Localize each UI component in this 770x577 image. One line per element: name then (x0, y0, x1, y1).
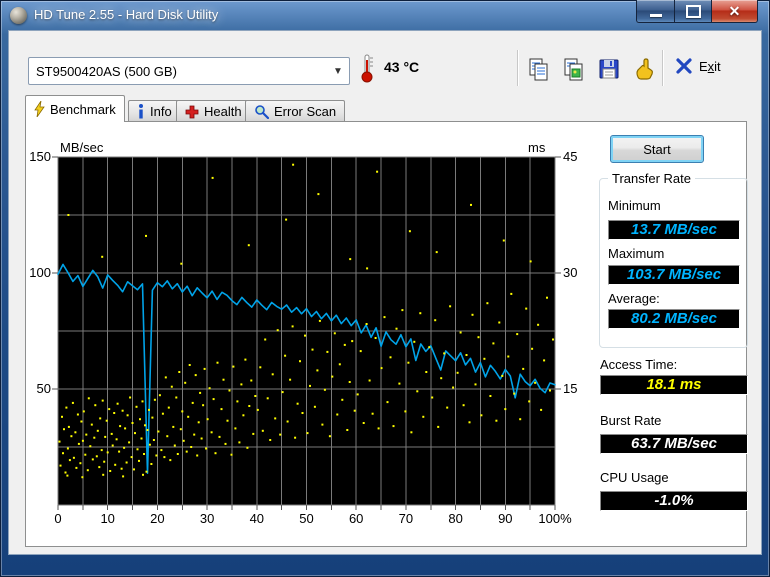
exit-button[interactable]: Exit (676, 58, 721, 74)
x-axis-tick-label: 30 (199, 511, 215, 526)
toolbar-separator (517, 50, 518, 86)
access-time-value: 18.1 ms (600, 375, 748, 395)
minimum-label: Minimum (608, 198, 661, 213)
minimize-icon (649, 13, 662, 17)
minimize-button[interactable] (636, 0, 674, 23)
x-axis-tick-label: 80 (448, 511, 463, 526)
right-axis-tick-label: 15 (563, 381, 578, 396)
chevron-down-icon: ▼ (333, 65, 343, 77)
average-value: 80.2 MB/sec (608, 309, 740, 329)
thermometer-icon (361, 54, 373, 83)
magnifier-icon (255, 105, 269, 119)
burst-rate-label: Burst Rate (600, 413, 662, 428)
drive-select-value: ST9500420AS (500 GB) (36, 63, 177, 79)
right-axis-tick-label: 30 (563, 265, 578, 280)
maximize-icon (685, 4, 701, 18)
x-axis-tick-label: 40 (249, 511, 265, 526)
cpu-usage-label: CPU Usage (600, 470, 669, 485)
copy-text-icon[interactable] (527, 57, 551, 81)
temperature-value: 43 °C (384, 59, 420, 75)
window-title: HD Tune 2.55 - Hard Disk Utility (34, 7, 219, 22)
burst-rate-value: 63.7 MB/sec (600, 434, 748, 454)
x-axis-tick-label: 20 (150, 511, 165, 526)
maximize-button[interactable] (674, 0, 711, 23)
health-cross-icon (185, 105, 199, 118)
exit-label: Exit (699, 58, 721, 74)
left-axis-tick-label: 50 (36, 381, 51, 396)
window-controls: ✕ (636, 0, 758, 23)
x-axis-tick-label: 100% (538, 511, 572, 526)
tab-health[interactable]: Health (176, 100, 251, 122)
left-axis-unit-label: MB/sec (60, 140, 104, 155)
cpu-usage-value: -1.0% (600, 491, 748, 511)
x-axis-tick-label: 60 (348, 511, 364, 526)
drive-select-dropdown[interactable]: ST9500420AS (500 GB) ▼ (28, 57, 350, 85)
left-axis-tick-label: 150 (29, 149, 51, 164)
start-button[interactable]: Start (610, 135, 704, 163)
info-icon (139, 104, 143, 119)
exit-x-icon (676, 58, 692, 74)
tab-info[interactable]: Info (128, 100, 181, 122)
options-hand-icon[interactable] (632, 57, 656, 81)
right-axis-tick-label: 45 (563, 149, 578, 164)
transfer-rate-title: Transfer Rate (608, 171, 695, 186)
close-icon: ✕ (728, 2, 741, 19)
maximum-label: Maximum (608, 246, 665, 261)
x-axis-tick-label: 0 (54, 511, 62, 526)
left-axis-tick-label: 100 (29, 265, 51, 280)
benchmark-plot (52, 156, 561, 510)
maximum-value: 103.7 MB/sec (608, 265, 740, 285)
x-axis-tick-label: 10 (100, 511, 115, 526)
average-label: Average: (608, 291, 660, 306)
minimum-value: 13.7 MB/sec (608, 220, 740, 240)
x-axis-tick-label: 50 (299, 511, 314, 526)
right-axis-unit-label: ms (528, 140, 546, 155)
access-time-label: Access Time: (600, 357, 678, 372)
hd-tune-window: HD Tune 2.55 - Hard Disk Utility ✕ ST950… (0, 0, 770, 577)
tab-error-scan[interactable]: Error Scan (245, 100, 346, 122)
close-button[interactable]: ✕ (711, 0, 758, 23)
benchmark-icon (34, 101, 45, 117)
save-icon[interactable] (597, 57, 621, 81)
copy-image-icon[interactable] (562, 57, 586, 81)
x-axis-tick-label: 90 (498, 511, 513, 526)
title-bar[interactable]: HD Tune 2.55 - Hard Disk Utility ✕ (0, 0, 770, 30)
x-axis-tick-label: 70 (398, 511, 414, 526)
app-icon (10, 7, 27, 24)
tab-benchmark[interactable]: Benchmark (25, 95, 125, 122)
toolbar-separator (662, 50, 663, 86)
